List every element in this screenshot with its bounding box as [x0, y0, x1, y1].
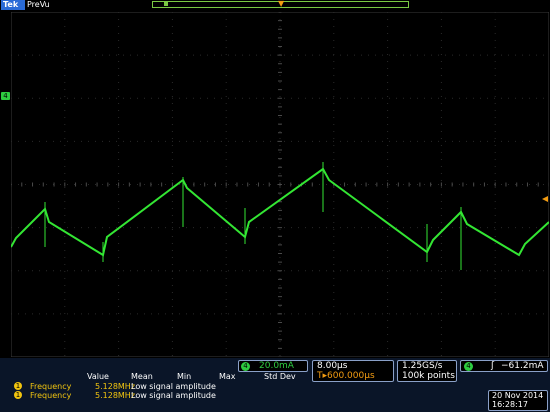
measurement-row[interactable]: 1 Frequency 5.128MHz Low signal amplitud… — [11, 391, 311, 400]
measurement-status: Low signal amplitude — [131, 391, 216, 400]
brand-logo: Tek — [1, 0, 25, 10]
col-stddev: Std Dev — [264, 372, 296, 381]
waveform-trace — [11, 167, 549, 257]
measurement-badge: 1 — [14, 382, 22, 390]
date-time-readout: 20 Nov 2014 16:28:17 — [488, 390, 548, 411]
channel-4-ground-marker[interactable]: 4 — [1, 92, 10, 100]
channel-readout[interactable]: 4 20.0mA — [238, 360, 308, 372]
col-max: Max — [219, 372, 236, 381]
acquisition-mode-label: PreVu — [27, 0, 50, 9]
measurement-name: Frequency — [30, 391, 72, 400]
col-mean: Mean — [131, 372, 153, 381]
time: 16:28:17 — [492, 400, 528, 409]
trigger-readout[interactable]: 4 ʃ −61.2mA — [460, 360, 548, 372]
measurement-row[interactable]: 1 Frequency 5.128MHz Low signal amplitud… — [11, 382, 311, 391]
trigger-delay: T▸600.000µs — [317, 371, 375, 381]
col-value: Value — [87, 372, 109, 381]
record-view-window[interactable] — [164, 2, 168, 6]
graticule — [11, 12, 549, 357]
channel-badge: 4 — [241, 362, 250, 371]
measurement-name: Frequency — [30, 382, 72, 391]
measurement-value: 5.128MHz — [95, 391, 136, 400]
measurement-value: 5.128MHz — [95, 382, 136, 391]
trigger-position-marker-icon[interactable]: ▼ — [278, 0, 284, 8]
record-length: 100k points — [402, 371, 455, 381]
channel-scale: 20.0mA — [259, 361, 294, 371]
trigger-level: −61.2mA — [501, 361, 544, 371]
sampling-readout[interactable]: 1.25GS/s 100k points — [397, 360, 457, 382]
measurement-badge: 1 — [14, 391, 22, 399]
rising-edge-icon: ʃ — [491, 361, 495, 371]
measurement-status: Low signal amplitude — [131, 382, 216, 391]
top-status-bar: Tek PreVu ▼ — [0, 0, 550, 10]
horizontal-readout[interactable]: 8.00µs T▸600.000µs — [312, 360, 394, 382]
trigger-channel-badge: 4 — [464, 362, 473, 371]
col-min: Min — [177, 372, 192, 381]
